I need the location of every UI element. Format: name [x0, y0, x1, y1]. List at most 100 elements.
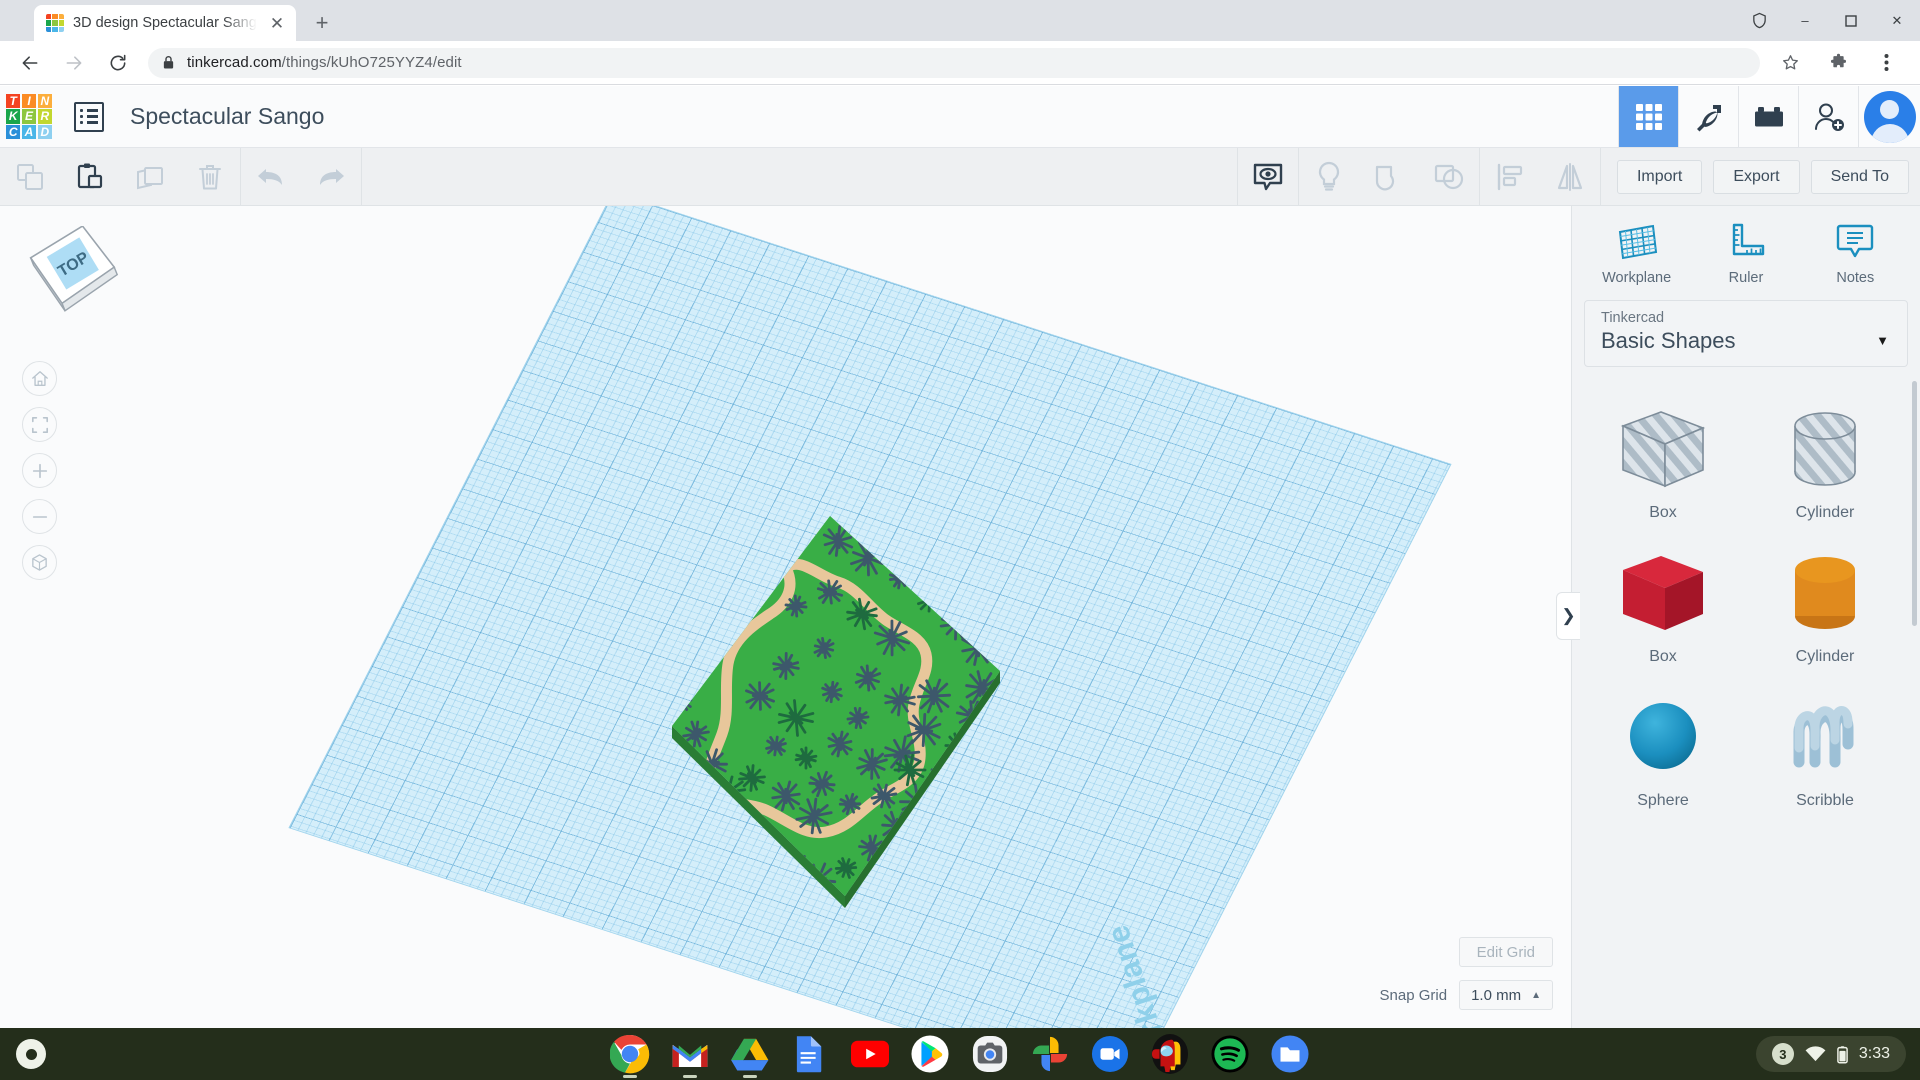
mirror-icon[interactable]	[1540, 148, 1600, 205]
forward-icon[interactable]	[56, 45, 92, 81]
perspective-toggle-icon[interactable]	[22, 545, 57, 580]
snap-grid-select[interactable]: 1.0 mm ▲	[1459, 980, 1553, 1010]
ruler-icon	[1732, 223, 1765, 256]
window-close-icon[interactable]: ✕	[1874, 0, 1920, 41]
logo-tile-i: I	[21, 93, 37, 108]
new-tab-button[interactable]: +	[307, 8, 337, 38]
tinkercad-logo[interactable]: TIN KER CAD	[6, 93, 52, 140]
grid-controls: Edit Grid Snap Grid 1.0 mm ▲	[1380, 937, 1553, 1010]
panel-tool-row: Workplane Ruler Notes	[1572, 206, 1920, 296]
workplane-tool-label: Workplane	[1602, 270, 1672, 286]
paste-icon[interactable]	[60, 148, 120, 205]
url-domain: tinkercad.com	[187, 54, 282, 71]
invite-person-icon[interactable]	[1798, 86, 1858, 147]
undo-icon[interactable]	[241, 148, 301, 205]
spotify-app-icon[interactable]	[1209, 1033, 1251, 1075]
back-icon[interactable]	[12, 45, 48, 81]
avatar[interactable]	[1858, 86, 1920, 147]
shape-sphere-blue[interactable]: Sphere	[1582, 672, 1744, 816]
home-view-icon[interactable]	[22, 361, 57, 396]
shape-sphere-blue-thumbnail	[1607, 684, 1719, 788]
redo-icon[interactable]	[301, 148, 361, 205]
browser-tab[interactable]: 3D design Spectacular Sango | Tinkercad …	[34, 5, 296, 41]
delete-trash-icon[interactable]	[180, 148, 240, 205]
lego-brick-icon[interactable]	[1738, 86, 1798, 147]
ungroup-icon[interactable]	[1419, 148, 1479, 205]
chrome-app-icon[interactable]	[609, 1033, 651, 1078]
send-to-button[interactable]: Send To	[1810, 159, 1909, 194]
window-controls: – ✕	[1736, 0, 1920, 41]
clock-time: 3:33	[1858, 1045, 1890, 1062]
tree	[706, 587, 734, 615]
shape-scribble[interactable]: Scribble	[1744, 672, 1906, 816]
battery-icon	[1837, 1045, 1848, 1064]
app-running-indicator	[683, 1075, 697, 1078]
files-app-icon[interactable]	[1269, 1033, 1311, 1075]
notification-count-badge: 3	[1771, 1043, 1794, 1065]
collapse-panel-handle[interactable]: ❯	[1556, 592, 1580, 640]
terrain-model[interactable]	[600, 496, 1020, 926]
ruler-tool[interactable]: Ruler	[1700, 220, 1792, 286]
google-drive-app-icon[interactable]	[729, 1033, 771, 1078]
tree	[738, 554, 762, 578]
gmail-app-icon[interactable]	[669, 1033, 711, 1078]
chevron-up-icon: ▲	[1531, 989, 1541, 1001]
shape-cylinder-hole-thumbnail	[1769, 396, 1881, 500]
bookmark-star-icon[interactable]	[1772, 45, 1808, 81]
system-tray[interactable]: 3 3:33	[1755, 1036, 1906, 1072]
shape-cylinder-orange[interactable]: Cylinder	[1744, 528, 1906, 672]
youtube-app-icon[interactable]	[849, 1033, 891, 1075]
google-photos-app-icon[interactable]	[1029, 1033, 1071, 1075]
zoom-out-icon[interactable]	[22, 499, 57, 534]
copy-icon[interactable]	[0, 148, 60, 205]
reload-icon[interactable]	[100, 45, 136, 81]
google-docs-app-icon[interactable]	[789, 1033, 831, 1075]
duplicate-icon[interactable]	[120, 148, 180, 205]
snap-grid-value: 1.0 mm	[1471, 986, 1522, 1004]
viewport-nav-controls	[22, 361, 57, 580]
project-list-icon[interactable]	[74, 101, 104, 132]
maximize-icon[interactable]	[1828, 0, 1874, 41]
view-cube[interactable]: TOP	[22, 225, 130, 326]
minecraft-pickaxe-icon[interactable]	[1678, 86, 1738, 147]
minimize-icon[interactable]: –	[1782, 0, 1828, 41]
fit-to-view-icon[interactable]	[22, 407, 57, 442]
workplane-tool[interactable]: Workplane	[1591, 220, 1683, 286]
note-eye-icon[interactable]	[1238, 148, 1298, 205]
export-button[interactable]: Export	[1713, 159, 1800, 194]
notes-icon	[1837, 224, 1874, 258]
google-meet-app-icon[interactable]	[1089, 1033, 1131, 1075]
zoom-in-icon[interactable]	[22, 453, 57, 488]
three-dot-menu-icon[interactable]	[1868, 45, 1904, 81]
extensions-puzzle-icon[interactable]	[1820, 45, 1856, 81]
among-us-app-icon[interactable]	[1149, 1033, 1191, 1075]
3d-viewport[interactable]: Workplane TOP Edit Grid Snap Grid 1.0 mm…	[0, 206, 1571, 1028]
chevron-down-icon: ▼	[1876, 333, 1889, 348]
notes-tool[interactable]: Notes	[1809, 220, 1901, 286]
panel-scrollbar[interactable]	[1912, 381, 1917, 626]
app-running-indicator	[623, 1075, 637, 1078]
shape-cylinder-hole[interactable]: Cylinder	[1744, 384, 1906, 528]
launcher-button[interactable]	[16, 1039, 46, 1069]
shape-sphere-blue-label: Sphere	[1637, 792, 1689, 809]
address-bar-text: tinkercad.com/things/kUhO725YYZ4/edit	[187, 54, 462, 71]
align-icon[interactable]	[1480, 148, 1540, 205]
group-icon[interactable]	[1359, 148, 1419, 205]
shape-grid: Box Cylinder Box Cylinder Sphere Scribble	[1572, 372, 1920, 1028]
logo-tile-n: N	[37, 93, 52, 108]
tinkercad-favicon	[46, 14, 64, 32]
play-store-app-icon[interactable]	[909, 1033, 951, 1075]
omnibox[interactable]: tinkercad.com/things/kUhO725YYZ4/edit	[148, 47, 1760, 78]
wifi-icon	[1805, 1046, 1826, 1062]
close-icon[interactable]: ✕	[266, 12, 288, 34]
shape-box-hole[interactable]: Box	[1582, 384, 1744, 528]
grid-view-icon[interactable]	[1618, 86, 1678, 147]
browser-tab-bar: 3D design Spectacular Sango | Tinkercad …	[0, 0, 1920, 41]
edit-grid-button[interactable]: Edit Grid	[1458, 937, 1553, 967]
camera-app-icon[interactable]	[969, 1033, 1011, 1075]
shape-library-select[interactable]: Tinkercad Basic Shapes ▼	[1584, 300, 1908, 367]
shape-box-red[interactable]: Box	[1582, 528, 1744, 672]
shield-icon[interactable]	[1736, 0, 1782, 41]
import-button[interactable]: Import	[1616, 159, 1703, 194]
light-bulb-icon[interactable]	[1299, 148, 1359, 205]
